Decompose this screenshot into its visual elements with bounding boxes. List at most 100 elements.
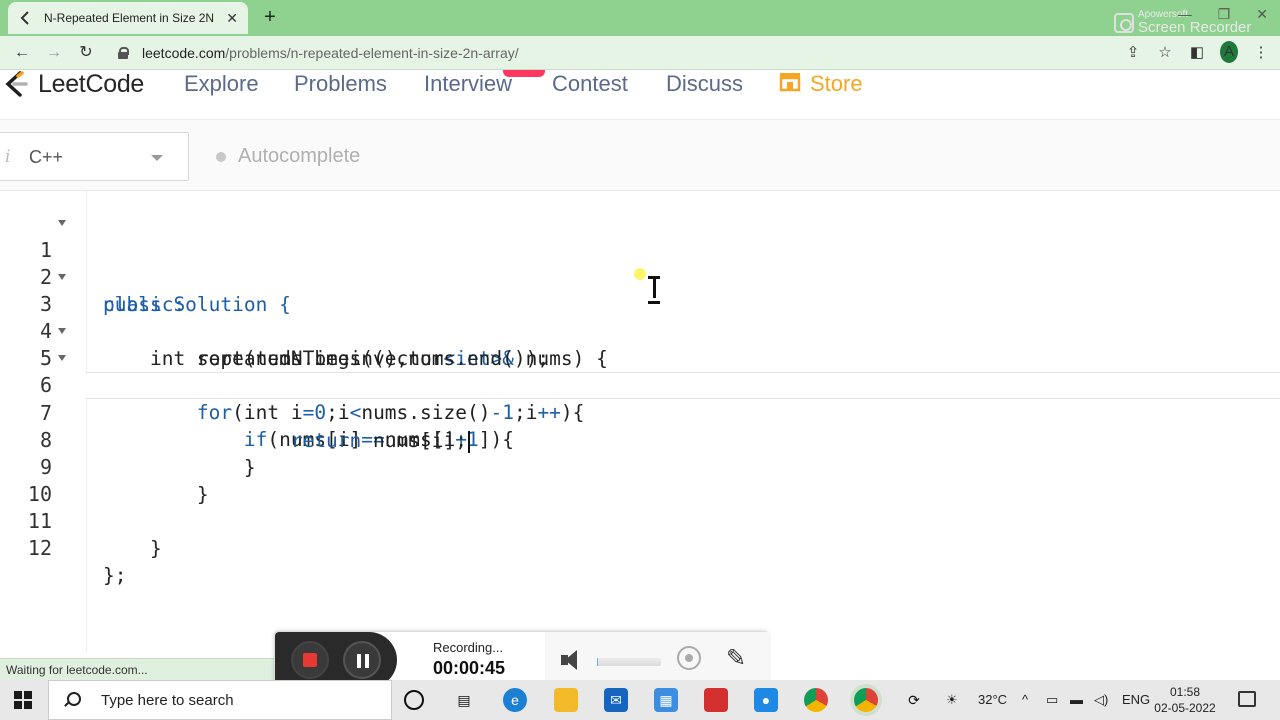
clock-date: 02-05-2022 xyxy=(1154,701,1216,715)
browser-tab-strip: N-Repeated Element in Size 2N A ✕ + Apow… xyxy=(0,0,1280,36)
temperature: 32°C xyxy=(978,692,1008,707)
leetcode-navbar: LeetCode Explore Problems Interview Cont… xyxy=(0,70,1280,120)
code-line: 9 } xyxy=(0,427,1280,506)
taskbar-search-placeholder: Type here to search xyxy=(101,691,234,709)
nav-store-label: Store xyxy=(810,71,863,96)
back-icon[interactable]: ← xyxy=(10,41,34,65)
store-icon xyxy=(778,70,802,99)
code-line: 8 } xyxy=(0,400,1280,479)
code-line: 5 for(int i=0;i<nums.size()-1;i++){ xyxy=(0,318,1280,424)
windows-start-icon[interactable] xyxy=(14,691,32,709)
browser-status-text: Waiting for leetcode.com... xyxy=(0,658,290,680)
bookmark-star-icon[interactable]: ☆ xyxy=(1156,43,1174,61)
interview-badge xyxy=(503,70,545,77)
camera-icon xyxy=(1114,12,1134,33)
recorder-app-icon[interactable]: ● xyxy=(754,688,778,712)
file-explorer-icon[interactable] xyxy=(554,688,578,712)
recording-status: Recording... xyxy=(433,640,504,655)
nav-problems[interactable]: Problems xyxy=(294,70,387,98)
reload-icon[interactable]: ↻ xyxy=(74,41,98,65)
taskbar-search[interactable]: Type here to search xyxy=(48,680,392,720)
search-icon xyxy=(63,692,81,708)
chevron-down-icon xyxy=(151,155,163,161)
system-clock[interactable]: 01:58 02-05-2022 xyxy=(1150,684,1220,716)
address-bar-actions: ⇪ ☆ ◧ A ⋮ xyxy=(1124,41,1270,63)
url-host: leetcode.com xyxy=(142,45,226,61)
notifications-icon[interactable] xyxy=(1238,691,1256,707)
task-view-icon[interactable]: ▤ xyxy=(452,688,476,712)
url-path: /problems/n-repeated-element-in-size-2n-… xyxy=(225,45,519,61)
weather-icon[interactable]: ☀ xyxy=(946,680,958,720)
code-text: }; xyxy=(103,564,127,587)
info-icon: i xyxy=(5,147,11,167)
fold-arrow-icon[interactable] xyxy=(58,274,66,280)
chrome-active-icon[interactable] xyxy=(854,688,878,712)
code-line: 4 sort(nums.begin(),nums.end()); xyxy=(0,291,1280,370)
code-line: 10 xyxy=(0,454,1280,506)
nav-explore[interactable]: Explore xyxy=(184,70,259,98)
nav-discuss[interactable]: Discuss xyxy=(666,70,743,98)
code-line: 1 class Solution { xyxy=(0,210,1280,316)
input-language[interactable]: ENG xyxy=(1122,680,1150,720)
leetcode-logo-icon xyxy=(2,70,30,98)
editor-toolbar: i C++ Autocomplete xyxy=(0,120,1280,191)
pause-record-button[interactable] xyxy=(343,641,381,679)
app-icon[interactable]: ⟳ xyxy=(902,688,926,712)
code-line: 11 } xyxy=(0,481,1280,560)
leetcode-favicon-icon xyxy=(18,10,34,26)
recording-time: 00:00:45 xyxy=(433,658,506,678)
tab-title: N-Repeated Element in Size 2N A xyxy=(44,11,214,25)
share-icon[interactable]: ⇪ xyxy=(1124,43,1142,61)
tab-close-icon[interactable]: ✕ xyxy=(226,10,238,27)
office-icon[interactable] xyxy=(704,688,728,712)
store-app-icon[interactable]: ▦ xyxy=(654,688,678,712)
speaker-icon[interactable] xyxy=(561,648,585,672)
nav-store[interactable]: Store xyxy=(778,70,863,98)
menu-kebab-icon[interactable]: ⋮ xyxy=(1252,43,1270,61)
pencil-icon[interactable]: ✎ xyxy=(723,646,749,672)
volume-icon[interactable]: ◁) xyxy=(1094,680,1108,720)
clock-time: 01:58 xyxy=(1169,685,1201,699)
leetcode-logo[interactable]: LeetCode xyxy=(2,70,144,98)
fold-arrow-icon[interactable] xyxy=(58,355,66,361)
autocomplete-dot-icon xyxy=(216,151,226,162)
mouse-highlight xyxy=(634,268,646,280)
nav-contest[interactable]: Contest xyxy=(552,70,628,98)
webcam-icon[interactable] xyxy=(677,646,701,670)
window-close-icon[interactable]: ✕ xyxy=(1256,6,1268,23)
tray-chevron-up-icon[interactable]: ^ xyxy=(1022,680,1028,720)
side-panel-icon[interactable]: ◧ xyxy=(1188,43,1206,61)
autocomplete-label: Autocomplete xyxy=(238,145,361,167)
fold-arrow-icon[interactable] xyxy=(58,220,66,226)
code-line: 6 if(nums[i]==nums[i+1]){ xyxy=(0,345,1280,451)
restore-icon[interactable]: ❐ xyxy=(1218,6,1231,23)
ibeam-cursor-icon xyxy=(648,276,660,304)
minimize-icon[interactable]: — xyxy=(1178,6,1192,23)
screen-recorder-panel: Recording... 00:00:45 ✎ xyxy=(274,631,769,688)
lock-icon xyxy=(118,47,129,59)
profile-avatar[interactable]: A xyxy=(1220,41,1238,63)
stop-record-button[interactable] xyxy=(291,641,329,679)
new-tab-button[interactable]: + xyxy=(260,6,280,28)
line-number: 12 xyxy=(27,536,52,560)
cortana-icon[interactable] xyxy=(404,690,424,710)
mail-icon[interactable]: ✉ xyxy=(604,688,628,712)
forward-icon[interactable]: → xyxy=(42,41,66,65)
window-controls: — ❐ ✕ xyxy=(1178,6,1268,23)
code-line: 12 }; xyxy=(0,508,1280,587)
volume-slider[interactable] xyxy=(597,658,661,666)
leetcode-logo-text: LeetCode xyxy=(38,69,145,98)
tray-device-icon[interactable]: ▭ xyxy=(1046,680,1058,720)
language-select-value: C++ xyxy=(29,147,64,167)
battery-icon[interactable]: ▬ xyxy=(1070,680,1083,720)
code-text: } xyxy=(103,537,162,560)
url-field[interactable]: leetcode.com/problems/n-repeated-element… xyxy=(108,40,1142,66)
browser-tab-active[interactable]: N-Repeated Element in Size 2N A ✕ xyxy=(8,2,248,34)
autocomplete-toggle[interactable]: Autocomplete xyxy=(216,145,360,168)
language-select[interactable]: i C++ xyxy=(0,132,189,181)
edge-icon[interactable]: e xyxy=(503,688,527,712)
code-line: 7 return nums[i]; xyxy=(0,373,1280,453)
fold-arrow-icon[interactable] xyxy=(58,328,66,334)
chrome-icon[interactable] xyxy=(804,688,828,712)
nav-interview[interactable]: Interview xyxy=(424,70,512,98)
